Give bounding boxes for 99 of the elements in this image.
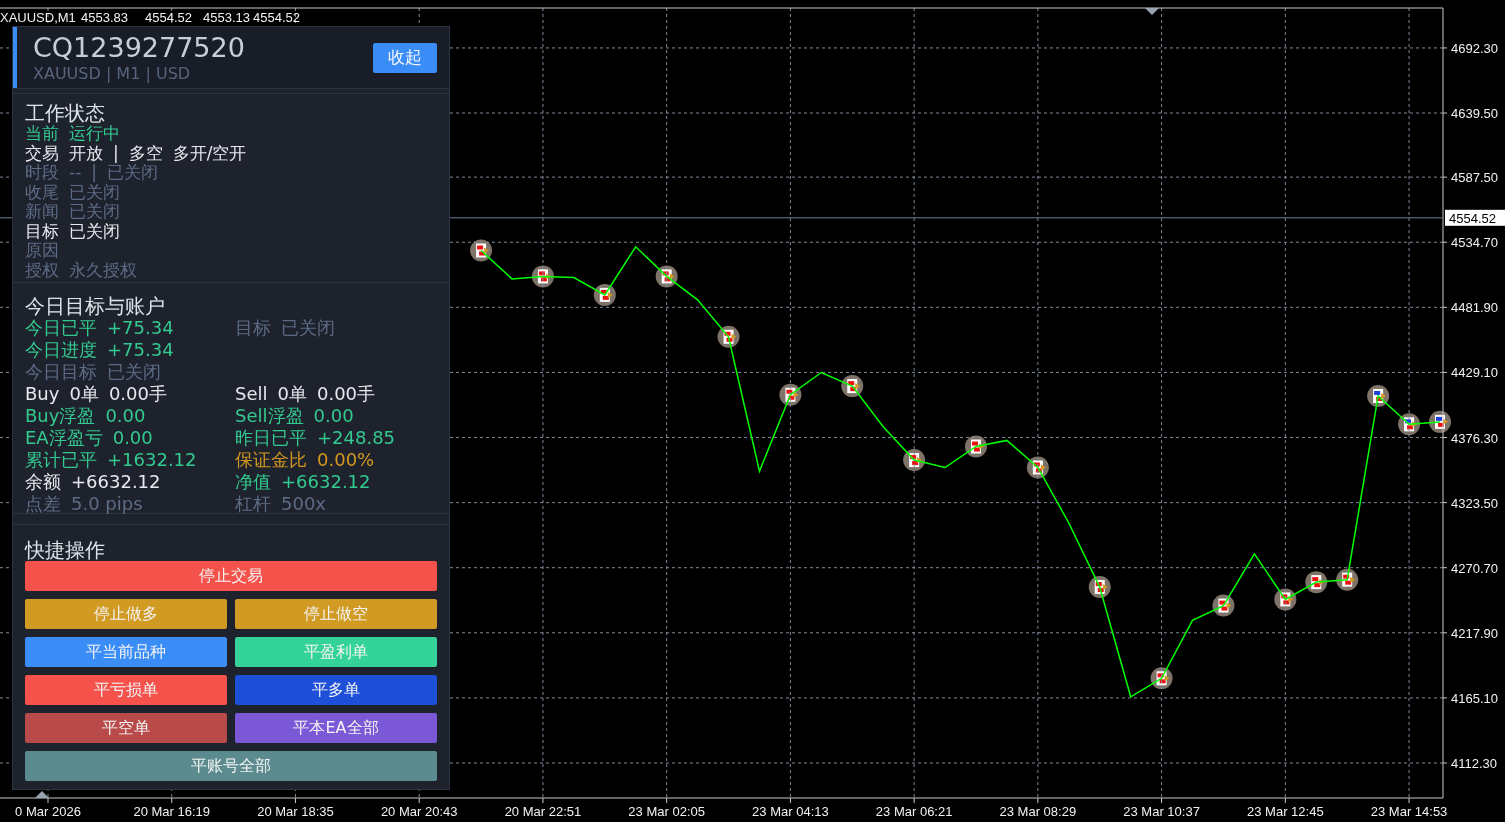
status-label: 余额 bbox=[25, 471, 61, 493]
status-label: 交易 bbox=[25, 143, 59, 163]
price-axis-label: 4165.10 bbox=[1451, 690, 1498, 706]
time-axis-label: 23 Mar 04:13 bbox=[752, 804, 829, 819]
status-label: 今日已平 bbox=[25, 317, 97, 339]
status-value: 0.00% bbox=[317, 449, 375, 471]
status-value: 已关闭 bbox=[281, 317, 335, 339]
status-label: EA浮盈亏 bbox=[25, 427, 103, 449]
price-axis-label: 4270.70 bbox=[1451, 560, 1498, 576]
status-label: 净值 bbox=[235, 471, 271, 493]
action-button[interactable]: 停止交易 bbox=[25, 561, 437, 591]
price-axis-label: 4481.90 bbox=[1451, 300, 1498, 316]
section-heading: 快捷操作 bbox=[25, 539, 106, 561]
status-label: 新闻 bbox=[25, 202, 59, 222]
status-value: 多空 bbox=[128, 143, 163, 163]
status-value: 已关闭 bbox=[107, 361, 161, 383]
status-value: 开放 bbox=[69, 143, 103, 163]
price-axis-label: 4112.30 bbox=[1451, 756, 1498, 771]
status-label: 杠杆 bbox=[235, 493, 271, 515]
price-quote: 4554.52 bbox=[253, 10, 300, 25]
status-value: 5.0 pips bbox=[71, 493, 143, 515]
status-value: 0.00 bbox=[313, 405, 354, 427]
action-button[interactable]: 平账号全部 bbox=[25, 751, 437, 781]
price-quote: 4553.13 bbox=[203, 10, 250, 25]
status-value: 500x bbox=[281, 493, 326, 515]
time-axis-label: 20 Mar 22:51 bbox=[504, 804, 582, 819]
status-label: 收尾 bbox=[25, 182, 59, 202]
status-label: 昨日已平 bbox=[235, 427, 307, 449]
status-label: 保证金比 bbox=[235, 449, 307, 471]
status-value: 0单 bbox=[69, 383, 99, 405]
action-button[interactable]: 停止做多 bbox=[25, 599, 227, 629]
status-value: 0单 bbox=[277, 383, 307, 405]
price-axis-label: 4217.90 bbox=[1451, 625, 1498, 641]
time-axis-label: 23 Mar 10:37 bbox=[1123, 804, 1200, 819]
time-axis-label: 23 Mar 08:29 bbox=[999, 804, 1077, 819]
section-heading: 工作状态 bbox=[25, 102, 106, 124]
status-value: 多开/空开 bbox=[172, 143, 247, 163]
status-value: +6632.12 bbox=[281, 471, 371, 493]
symbol-subtitle: XAUUSD | M1 | USD bbox=[33, 63, 191, 84]
status-label: 当前 bbox=[25, 124, 59, 144]
action-button[interactable]: 平本EA全部 bbox=[235, 713, 437, 743]
time-axis-label: 0 Mar 2026 bbox=[15, 804, 81, 819]
status-value: +248.85 bbox=[317, 427, 396, 449]
status-value: 0.00 bbox=[112, 427, 153, 449]
status-label: 目标 bbox=[25, 221, 59, 241]
price-axis-label: 4534.70 bbox=[1451, 235, 1498, 251]
account-title: CQ1239277520 bbox=[33, 31, 245, 64]
price-axis-label: 4429.10 bbox=[1451, 365, 1498, 381]
chart-symbol: XAUUSD,M1 bbox=[0, 10, 76, 25]
status-value: 已关闭 bbox=[69, 221, 120, 241]
status-label: 授权 bbox=[25, 260, 59, 280]
action-button[interactable]: 平空单 bbox=[25, 713, 227, 743]
status-value: 已关闭 bbox=[107, 163, 158, 183]
status-label: 今日目标 bbox=[25, 361, 97, 383]
status-value: 0.00 bbox=[105, 405, 146, 427]
time-axis-label: 23 Mar 06:21 bbox=[875, 804, 953, 819]
action-button[interactable]: 平多单 bbox=[235, 675, 437, 705]
action-button[interactable]: 平盈利单 bbox=[235, 637, 437, 667]
action-button[interactable]: 停止做空 bbox=[235, 599, 437, 629]
status-label: Buy浮盈 bbox=[25, 405, 96, 427]
action-button[interactable]: 平亏损单 bbox=[25, 675, 227, 705]
action-button[interactable]: 平当前品种 bbox=[25, 637, 227, 667]
time-axis-label: 23 Mar 14:53 bbox=[1370, 804, 1448, 819]
status-value: 0.00手 bbox=[316, 383, 376, 405]
price-axis-label: 4376.30 bbox=[1451, 430, 1498, 446]
status-value: +1632.12 bbox=[107, 449, 197, 471]
status-label: Buy bbox=[25, 383, 60, 405]
price-axis-label: 4692.30 bbox=[1451, 40, 1498, 56]
status-label: 目标 bbox=[235, 317, 271, 339]
status-label: 时段 bbox=[25, 163, 59, 183]
status-label: 原因 bbox=[25, 241, 59, 261]
collapse-button[interactable]: 收起 bbox=[373, 42, 437, 73]
time-axis-label: 23 Mar 12:45 bbox=[1247, 804, 1324, 819]
status-value: 0.00手 bbox=[108, 383, 167, 405]
status-value: 运行中 bbox=[69, 124, 120, 144]
status-value: | bbox=[91, 163, 97, 183]
section-heading: 今日目标与账户 bbox=[25, 295, 166, 317]
status-label: Sell bbox=[235, 383, 268, 405]
price-axis-label: 4587.50 bbox=[1451, 170, 1498, 186]
status-value: | bbox=[113, 143, 119, 163]
status-value: 已关闭 bbox=[69, 182, 120, 202]
price-quote: 4554.52 bbox=[145, 10, 192, 25]
price-axis-label: 4639.50 bbox=[1451, 106, 1498, 122]
status-label: 点差 bbox=[25, 493, 61, 515]
status-label: Sell浮盈 bbox=[235, 405, 304, 427]
time-axis-label: 20 Mar 16:19 bbox=[133, 804, 211, 819]
status-value: +75.34 bbox=[107, 317, 174, 339]
status-value: 已关闭 bbox=[69, 202, 120, 222]
time-axis-label: 20 Mar 18:35 bbox=[257, 804, 334, 819]
status-value: +75.34 bbox=[107, 339, 174, 361]
status-value: -- bbox=[69, 163, 82, 183]
status-value: 永久授权 bbox=[69, 260, 137, 280]
status-label: 今日进度 bbox=[25, 339, 97, 361]
time-axis-label: 20 Mar 20:43 bbox=[380, 804, 458, 819]
time-axis-label: 23 Mar 02:05 bbox=[628, 804, 705, 819]
status-label: 累计已平 bbox=[25, 449, 97, 471]
price-axis-label: 4323.50 bbox=[1451, 495, 1498, 511]
status-value: +6632.12 bbox=[71, 471, 161, 493]
price-quote: 4553.83 bbox=[81, 10, 128, 25]
